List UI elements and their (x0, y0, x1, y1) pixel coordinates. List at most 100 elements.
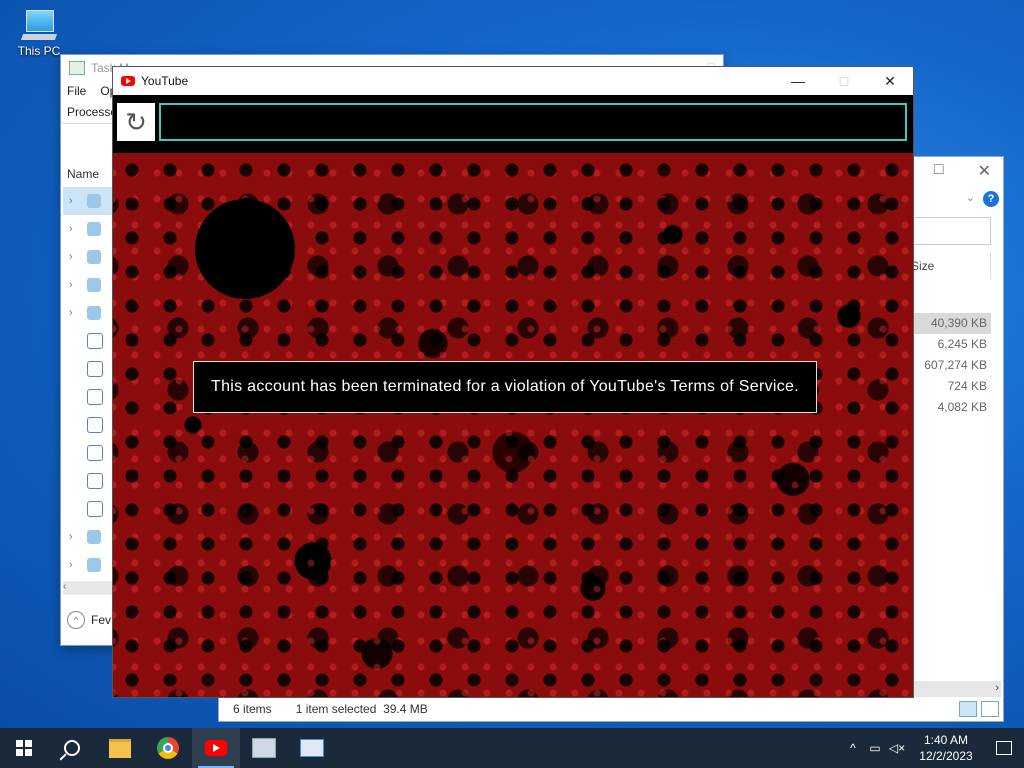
table-row[interactable]: › (63, 551, 113, 579)
window-icon (87, 389, 103, 405)
table-row[interactable]: › (63, 523, 113, 551)
table-row[interactable] (63, 383, 113, 411)
chevron-up-icon: ^ (67, 611, 85, 629)
status-selected: 1 item selected (295, 702, 377, 716)
gear-icon (87, 250, 101, 264)
table-row[interactable] (63, 467, 113, 495)
chevron-up-icon[interactable]: ^ (842, 741, 864, 755)
window-icon (87, 417, 103, 433)
size-column: 40,390 KB 6,245 KB 607,274 KB 724 KB 4,0… (901, 313, 991, 418)
youtube-logo-icon (121, 76, 135, 86)
column-name[interactable]: Name (67, 167, 99, 181)
table-row[interactable] (63, 355, 113, 383)
table-row[interactable]: › (63, 271, 113, 299)
start-button[interactable] (0, 728, 48, 768)
avatar (195, 199, 295, 299)
file-size[interactable]: 6,245 KB (901, 334, 991, 355)
table-row[interactable] (63, 439, 113, 467)
this-pc-label: This PC (17, 44, 61, 58)
chrome-icon (157, 737, 179, 759)
table-row[interactable]: › (63, 243, 113, 271)
details-view-icon[interactable] (959, 701, 977, 717)
maximize-button[interactable]: □ (821, 67, 867, 95)
network-icon[interactable]: ▭ (864, 741, 886, 755)
taskbar: ^ ▭ ◁× 1:40 AM 12/2/2023 (0, 728, 1024, 768)
window-icon (87, 473, 103, 489)
search-button[interactable] (48, 728, 96, 768)
remote-desktop-icon (300, 739, 324, 757)
termination-message: This account has been terminated for a v… (193, 361, 817, 413)
remote-desktop-taskbar-button[interactable] (288, 728, 336, 768)
reload-button[interactable]: ↻ (117, 103, 155, 141)
gear-icon (87, 306, 101, 320)
youtube-taskbar-button[interactable] (192, 728, 240, 768)
status-bar: 6 items 1 item selected 39.4 MB (219, 697, 1003, 721)
youtube-window[interactable]: YouTube — □ ✕ ↻ This account has been te… (112, 66, 914, 698)
fewer-details-label: Fev (91, 613, 112, 627)
address-bar[interactable] (159, 103, 907, 141)
file-size[interactable]: 607,274 KB (901, 355, 991, 376)
gear-icon (87, 530, 101, 544)
horizontal-scrollbar[interactable]: ‹ (63, 581, 113, 595)
gear-icon (87, 278, 101, 292)
youtube-toolbar: ↻ (113, 95, 913, 153)
chevron-right-icon[interactable]: › (69, 251, 79, 263)
gear-icon (87, 194, 101, 208)
table-row[interactable] (63, 411, 113, 439)
task-manager-taskbar-button[interactable] (240, 728, 288, 768)
tab-processes-label: Processe (67, 105, 118, 119)
chevron-right-icon[interactable]: › (69, 223, 79, 235)
fewer-details-button[interactable]: ^ Fev (67, 611, 111, 629)
table-row[interactable]: › (63, 215, 113, 243)
menu-file[interactable]: File (67, 84, 86, 98)
computer-icon (20, 8, 58, 40)
chevron-right-icon[interactable]: › (69, 307, 79, 319)
window-icon (87, 501, 103, 517)
help-icon[interactable]: ? (983, 191, 999, 207)
chevron-right-icon[interactable]: › (69, 531, 79, 543)
volume-muted-icon[interactable]: ◁× (886, 741, 908, 755)
table-row[interactable]: › (63, 187, 113, 215)
file-size[interactable]: 724 KB (901, 376, 991, 397)
notification-button[interactable] (984, 741, 1024, 755)
search-input[interactable] (905, 217, 991, 245)
explorer-window-controls: □ ✕ (934, 161, 991, 181)
file-explorer-taskbar-button[interactable] (96, 728, 144, 768)
youtube-window-controls: — □ ✕ (775, 67, 913, 95)
chevron-right-icon[interactable]: › (995, 682, 999, 694)
table-row[interactable]: › (63, 299, 113, 327)
large-icons-view-icon[interactable] (981, 701, 999, 717)
windows-logo-icon (16, 740, 32, 756)
chrome-taskbar-button[interactable] (144, 728, 192, 768)
clock-date: 12/2/2023 (919, 749, 973, 763)
close-icon[interactable]: ✕ (978, 161, 991, 181)
chevron-right-icon[interactable]: › (69, 195, 79, 207)
status-selected-size: 39.4 MB (383, 702, 428, 716)
youtube-window-title: YouTube (141, 74, 189, 88)
status-item-count: 6 items (233, 702, 272, 716)
chevron-down-icon[interactable]: ⌄ (966, 191, 975, 204)
clock[interactable]: 1:40 AM 12/2/2023 (908, 732, 984, 764)
file-size[interactable]: 40,390 KB (901, 313, 991, 334)
clock-time: 1:40 AM (923, 733, 969, 747)
process-list: › › › › › › › (63, 187, 113, 579)
desktop: This PC Task M –□ File Op Processe Name … (0, 0, 1024, 728)
minimize-button[interactable]: — (775, 67, 821, 95)
maximize-icon[interactable]: □ (934, 161, 944, 181)
this-pc-desktop-icon[interactable]: This PC (14, 8, 64, 58)
table-row[interactable] (63, 327, 113, 355)
channel-banner-background: This account has been terminated for a v… (113, 153, 913, 697)
window-icon (87, 445, 103, 461)
file-size[interactable]: 4,082 KB (901, 397, 991, 418)
chevron-right-icon[interactable]: › (69, 559, 79, 571)
folder-icon (109, 738, 131, 758)
youtube-titlebar[interactable]: YouTube — □ ✕ (113, 67, 913, 95)
window-icon (87, 333, 103, 349)
horizontal-scrollbar[interactable]: › (913, 681, 1001, 697)
table-row[interactable] (63, 495, 113, 523)
gear-icon (87, 558, 101, 572)
close-button[interactable]: ✕ (867, 67, 913, 95)
window-icon (87, 361, 103, 377)
column-size[interactable]: Size (903, 253, 991, 279)
chevron-right-icon[interactable]: › (69, 279, 79, 291)
